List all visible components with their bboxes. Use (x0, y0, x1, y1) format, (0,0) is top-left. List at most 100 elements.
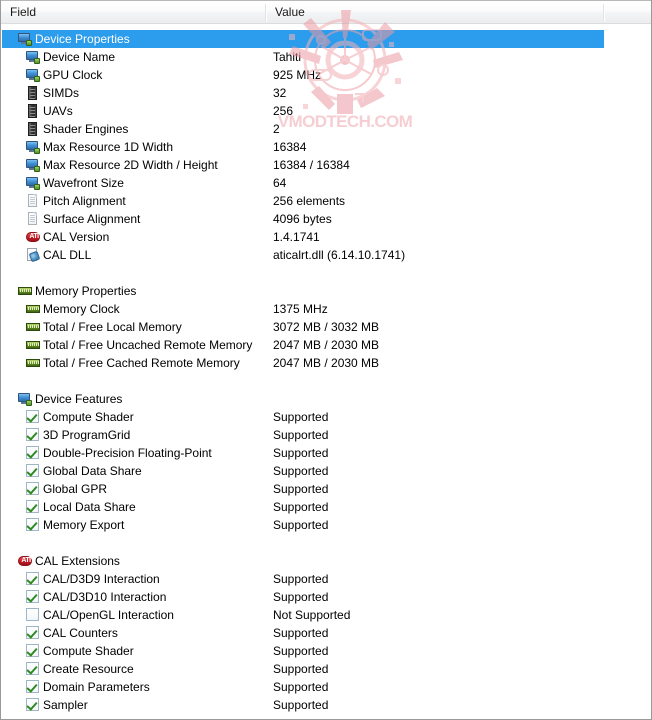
property-row[interactable]: Pitch Alignment 256 elements (1, 192, 651, 210)
chip-icon (26, 86, 40, 100)
field-label: Device Properties (35, 32, 130, 46)
property-row[interactable]: Memory Clock 1375 MHz (1, 300, 651, 318)
property-row[interactable]: CAL DLL aticalrt.dll (6.14.10.1741) (1, 246, 651, 264)
property-row[interactable]: CAL Counters Supported (1, 624, 651, 642)
checkbox-checked-icon (26, 446, 40, 460)
value-label: Supported (273, 518, 329, 532)
value-label: Supported (273, 446, 329, 460)
property-rows-container: Device Properties Device Name Tahiti GPU Cl… (1, 24, 651, 719)
property-row[interactable]: Sampler Supported (1, 696, 651, 714)
value-label: 32 (273, 86, 287, 100)
property-row[interactable]: Max Resource 2D Width / Height 16384 / 16… (1, 156, 651, 174)
property-row[interactable]: Double-Precision Floating-Point Supported (1, 444, 651, 462)
property-row[interactable]: Max Resource 1D Width 16384 (1, 138, 651, 156)
value-label: Supported (273, 410, 329, 424)
property-row[interactable]: SIMDs 32 (1, 84, 651, 102)
property-row[interactable]: Local Data Share Supported (1, 498, 651, 516)
field-label: CAL/D3D10 Interaction (43, 590, 167, 604)
property-row[interactable]: Global Data Share Supported (1, 462, 651, 480)
property-row[interactable]: Total / Free Local Memory 3072 MB / 3032 … (1, 318, 651, 336)
field-label: Double-Precision Floating-Point (43, 446, 212, 460)
field-label: Max Resource 2D Width / Height (43, 158, 218, 172)
property-row[interactable]: Domain Parameters Supported (1, 678, 651, 696)
monitor-icon (26, 176, 40, 190)
field-label: Memory Clock (43, 302, 120, 316)
property-group-row[interactable]: Device Properties (1, 30, 651, 48)
column-header-value[interactable]: Value (266, 1, 604, 24)
property-row[interactable]: CAL/D3D10 Interaction Supported (1, 588, 651, 606)
device-properties-listview[interactable]: Field Value Device Properties Device Name… (0, 0, 652, 720)
checkbox-checked-icon (26, 518, 40, 532)
value-label: Supported (273, 482, 329, 496)
property-row[interactable]: Compute Shader Supported (1, 408, 651, 426)
field-label: Compute Shader (43, 410, 134, 424)
value-label: 256 (273, 104, 294, 118)
field-label: Device Name (43, 50, 116, 64)
field-label: Total / Free Local Memory (43, 320, 182, 334)
checkbox-checked-icon (26, 626, 40, 640)
property-row[interactable]: Device Name Tahiti (1, 48, 651, 66)
property-row[interactable]: Compute Shader Supported (1, 642, 651, 660)
field-label: Shader Engines (43, 122, 129, 136)
ati-logo-icon (26, 230, 41, 244)
property-row[interactable]: 3D ProgramGrid Supported (1, 426, 651, 444)
value-label: 2047 MB / 2030 MB (273, 338, 380, 352)
field-label: GPU Clock (43, 68, 103, 82)
memory-icon (26, 338, 40, 352)
value-label: Not Supported (273, 608, 351, 622)
value-label: 3072 MB / 3032 MB (273, 320, 380, 334)
property-row[interactable]: Memory Export Supported (1, 516, 651, 534)
value-label: Supported (273, 626, 329, 640)
field-label: Compute Shader (43, 644, 134, 658)
value-label: aticalrt.dll (6.14.10.1741) (273, 248, 406, 262)
field-label: Memory Properties (35, 284, 137, 298)
checkbox-checked-icon (26, 680, 40, 694)
checkbox-checked-icon (26, 590, 40, 604)
property-row[interactable]: Total / Free Uncached Remote Memory 2047 … (1, 336, 651, 354)
monitor-icon (18, 32, 32, 46)
property-row[interactable]: Surface Alignment 4096 bytes (1, 210, 651, 228)
value-label: 1.4.1741 (273, 230, 320, 244)
checkbox-checked-icon (26, 644, 40, 658)
field-label: Total / Free Cached Remote Memory (43, 356, 240, 370)
document-icon (26, 194, 40, 208)
property-row[interactable]: UAVs 256 (1, 102, 651, 120)
checkbox-checked-icon (26, 482, 40, 496)
property-row[interactable]: GPU Clock 925 MHz (1, 66, 651, 84)
value-label: 925 MHz (273, 68, 322, 82)
property-group-row[interactable]: Memory Properties (1, 282, 651, 300)
property-row[interactable]: Shader Engines 2 (1, 120, 651, 138)
monitor-icon (26, 68, 40, 82)
value-label: 2 (273, 122, 280, 136)
document-icon (26, 212, 40, 226)
field-label: Surface Alignment (43, 212, 141, 226)
property-group-row[interactable]: CAL Extensions (1, 552, 651, 570)
checkbox-checked-icon (26, 572, 40, 586)
checkbox-checked-icon (26, 410, 40, 424)
checkbox-checked-icon (26, 428, 40, 442)
property-row[interactable]: Create Resource Supported (1, 660, 651, 678)
field-label: Device Features (35, 392, 123, 406)
property-row[interactable]: CAL/D3D9 Interaction Supported (1, 570, 651, 588)
chip-icon (26, 104, 40, 118)
memory-icon (26, 302, 40, 316)
ati-logo-icon (18, 554, 33, 568)
field-label: 3D ProgramGrid (43, 428, 131, 442)
field-label: CAL Version (43, 230, 110, 244)
property-row[interactable]: CAL Version 1.4.1741 (1, 228, 651, 246)
property-row[interactable]: Wavefront Size 64 (1, 174, 651, 192)
column-header-extra[interactable] (604, 1, 651, 24)
value-label: 2047 MB / 2030 MB (273, 356, 380, 370)
field-label: CAL Counters (43, 626, 118, 640)
field-label: UAVs (43, 104, 73, 118)
property-row[interactable]: Global GPR Supported (1, 480, 651, 498)
value-label: Supported (273, 428, 329, 442)
memory-icon (26, 356, 40, 370)
field-label: Global Data Share (43, 464, 142, 478)
monitor-icon (26, 140, 40, 154)
column-header-field[interactable]: Field (1, 1, 266, 24)
property-row[interactable]: CAL/OpenGL Interaction Not Supported (1, 606, 651, 624)
column-header-bar: Field Value (1, 0, 651, 24)
property-group-row[interactable]: Device Features (1, 390, 651, 408)
property-row[interactable]: Total / Free Cached Remote Memory 2047 MB… (1, 354, 651, 372)
